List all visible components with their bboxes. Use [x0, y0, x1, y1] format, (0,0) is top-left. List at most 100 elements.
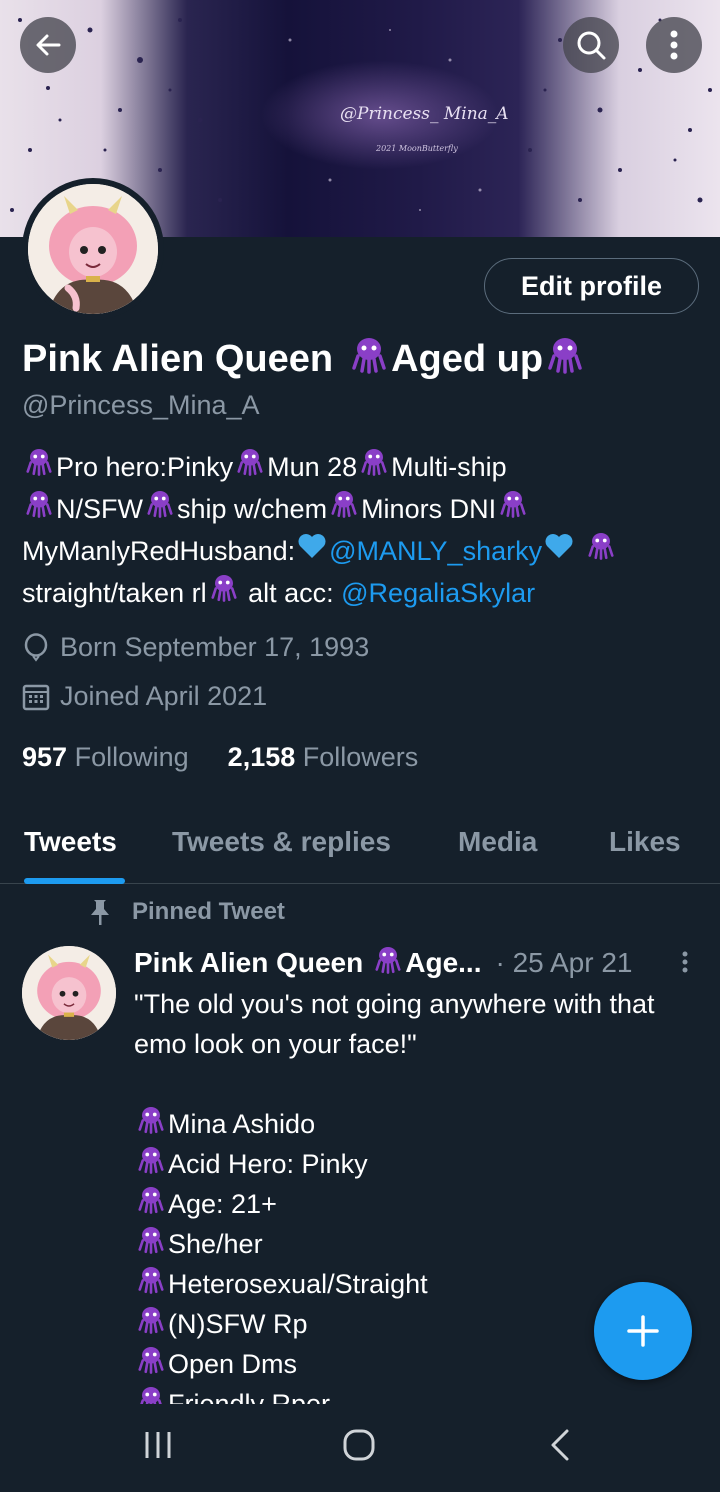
list-item: Friendly Rper [134, 1384, 428, 1404]
alien-monster-icon [349, 334, 389, 384]
profile-avatar[interactable] [22, 178, 164, 320]
followers-link[interactable]: 2,158 Followers [228, 742, 419, 772]
home-button[interactable] [342, 1428, 376, 1467]
balloon-icon [24, 632, 48, 662]
avatar-illustration [22, 946, 116, 1040]
more-vertical-icon [670, 30, 678, 60]
alien-monster-icon [145, 488, 175, 530]
alien-monster-icon [586, 530, 616, 572]
alien-monster-icon [136, 1264, 166, 1305]
mention-link[interactable]: @MANLY_sharky [329, 530, 542, 572]
tweet-text: "The old you's not going anywhere with t… [134, 989, 655, 1059]
alien-monster-icon [136, 1144, 166, 1185]
bio-text: Minors DNI [361, 494, 497, 524]
chevron-left-icon [551, 1429, 569, 1461]
more-button[interactable] [646, 17, 702, 73]
search-button[interactable] [563, 17, 619, 73]
bio-text: Multi-ship [391, 452, 507, 482]
search-icon [577, 31, 606, 60]
tab-tweets[interactable]: Tweets [24, 826, 117, 858]
pinned-text: Pinned Tweet [132, 898, 285, 925]
followers-count: 2,158 [227, 742, 296, 772]
pinned-label: Pinned Tweet [88, 898, 285, 926]
recent-apps-button[interactable] [142, 1428, 174, 1467]
alien-monster-icon [136, 1344, 166, 1385]
profile-bio: Pro hero:Pinky Mun 28 Multi-ship N/SFW s… [22, 446, 702, 614]
profile-name: Pink Alien Queen Aged up [22, 334, 587, 384]
bio-line: MyManlyRedHusband: @MANLY_sharky [22, 530, 702, 572]
tab-tweets-replies[interactable]: Tweets & replies [172, 826, 391, 858]
bio-line: N/SFW ship w/chem Minors DNI [22, 488, 702, 530]
more-vertical-icon [682, 951, 688, 973]
tweet-list: Mina Ashido Acid Hero: Pinky Age: 21+ Sh… [134, 1104, 428, 1404]
bio-line: straight/taken rl alt acc: @RegaliaSkyla… [22, 572, 702, 614]
banner-signature-small: 2021 MoonButterfly [376, 144, 458, 153]
tweet-avatar[interactable] [22, 946, 116, 1040]
joined-date: Joined April 2021 [22, 681, 267, 712]
list-item: Acid Hero: Pinky [134, 1144, 428, 1184]
tweet-header: Pink Alien Queen Age... · 25 Apr 21 [134, 944, 632, 981]
alien-monster-icon [136, 1224, 166, 1265]
bio-text: alt acc: [240, 578, 342, 608]
alien-monster-icon [373, 944, 403, 981]
list-item-text: (N)SFW Rp [168, 1309, 308, 1339]
bio-text: Pro hero:Pinky [56, 452, 234, 482]
bio-text: straight/taken rl [22, 578, 207, 608]
calendar-icon [22, 684, 50, 710]
list-item-text: Mina Ashido [168, 1109, 316, 1139]
blue-heart-icon [544, 530, 574, 572]
pin-icon [91, 900, 109, 925]
bio-line: Pro hero:Pinky Mun 28 Multi-ship [22, 446, 702, 488]
alien-monster-icon [24, 446, 54, 488]
alien-monster-icon [498, 488, 528, 530]
followers-label: Followers [302, 742, 419, 772]
alien-monster-icon [24, 488, 54, 530]
recent-apps-icon [145, 1432, 171, 1458]
tab-likes[interactable]: Likes [609, 826, 681, 858]
following-count: 957 [22, 742, 68, 772]
back-button[interactable] [20, 17, 76, 73]
back-arrow-icon [36, 34, 61, 56]
home-icon [343, 1429, 375, 1461]
list-item-text: She/her [168, 1229, 263, 1259]
list-item-text: Open Dms [168, 1349, 298, 1379]
tweet-more-button[interactable] [680, 950, 690, 981]
bio-text: Mun 28 [267, 452, 358, 482]
bio-text: MyManlyRedHusband: [22, 536, 296, 566]
list-item-text: Acid Hero: Pinky [168, 1149, 368, 1179]
active-tab-indicator [24, 878, 125, 884]
list-item: Open Dms [134, 1344, 428, 1384]
alien-monster-icon [136, 1104, 166, 1145]
avatar-illustration [28, 184, 158, 314]
list-item: (N)SFW Rp [134, 1304, 428, 1344]
alien-monster-icon [209, 572, 239, 614]
compose-tweet-button[interactable] [594, 1282, 692, 1380]
tweet-date[interactable]: · 25 Apr 21 [495, 947, 632, 979]
profile-handle: @Princess_Mina_A [22, 390, 260, 420]
profile-tabs: Tweets Tweets & replies Media Likes [0, 810, 720, 884]
born-date: Born September 17, 1993 [22, 632, 369, 663]
joined-text: Joined April 2021 [60, 681, 268, 711]
following-label: Following [74, 742, 189, 772]
following-link[interactable]: 957 Following [22, 742, 189, 772]
tweet-author[interactable]: Pink Alien Queen [134, 947, 363, 979]
alien-monster-icon [136, 1304, 166, 1345]
follow-stats: 957 Following 2,158 Followers [22, 742, 418, 773]
system-back-button[interactable] [548, 1428, 572, 1467]
alien-monster-icon [136, 1184, 166, 1225]
born-text: Born September 17, 1993 [60, 632, 370, 662]
tweet-author-tail[interactable]: Age... [405, 947, 481, 979]
list-item-text: Age: 21+ [168, 1189, 277, 1219]
mention-link[interactable]: @RegaliaSkylar [341, 572, 535, 614]
edit-profile-button[interactable]: Edit profile [484, 258, 699, 314]
bio-text: N/SFW [56, 494, 143, 524]
tab-media[interactable]: Media [458, 826, 537, 858]
alien-monster-icon [545, 334, 585, 384]
list-item: Age: 21+ [134, 1184, 428, 1224]
alien-monster-icon [235, 446, 265, 488]
profile-name-part2: Aged up [391, 337, 544, 380]
profile-name-part1: Pink Alien Queen [22, 337, 334, 380]
bio-text: ship w/chem [177, 494, 328, 524]
blue-heart-icon [297, 530, 327, 572]
banner-signature: @Princess_ Mina_A [340, 104, 509, 124]
